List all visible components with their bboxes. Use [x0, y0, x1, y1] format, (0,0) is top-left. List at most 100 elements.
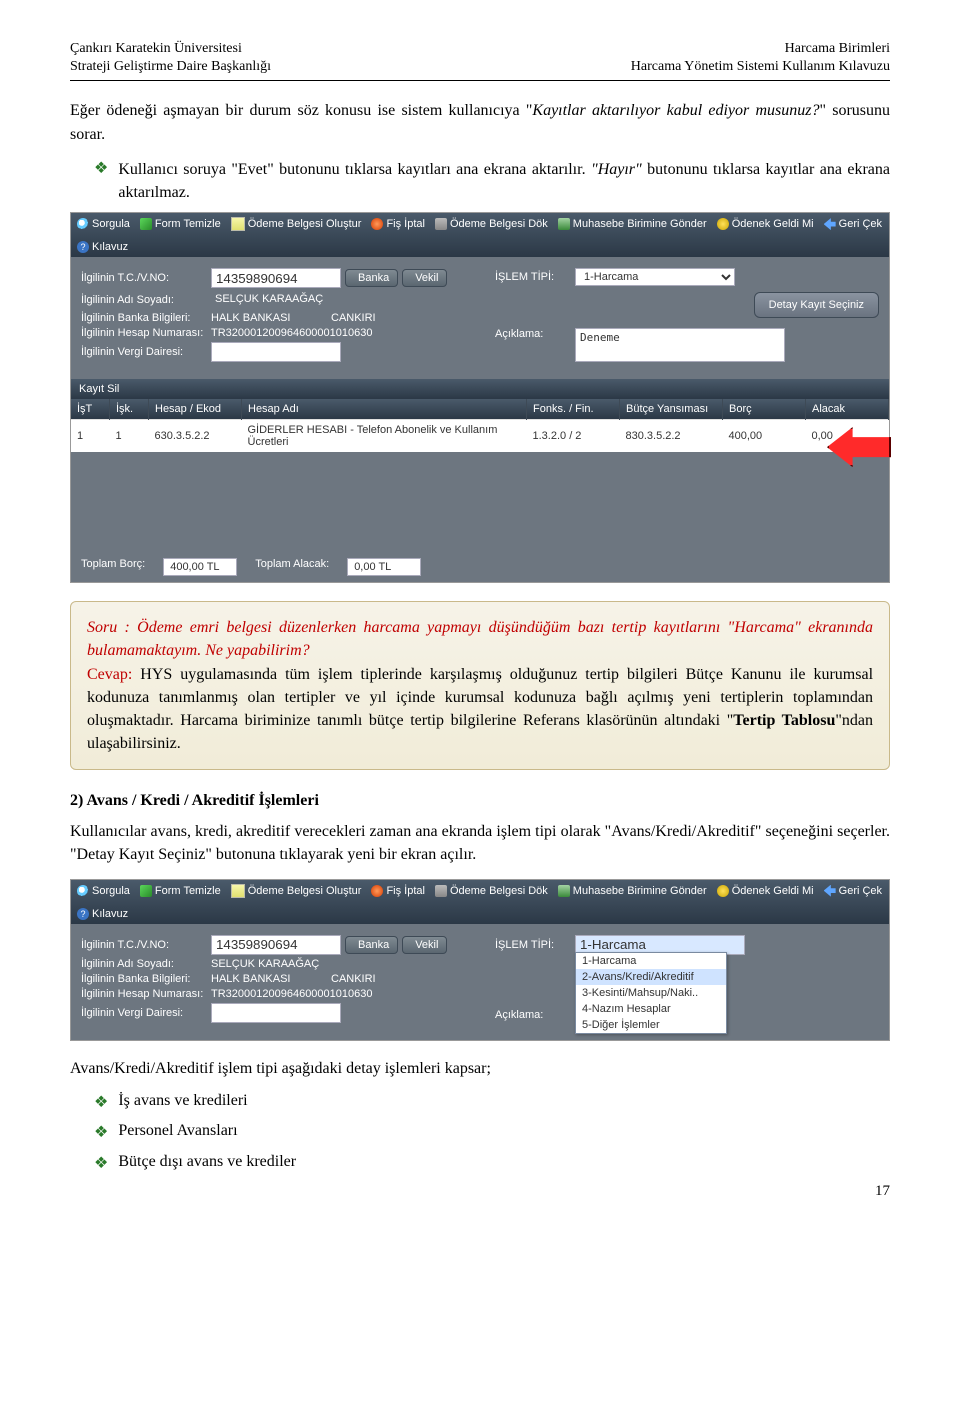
- col-borc: Borç: [723, 399, 806, 420]
- banka-value: HALK BANKASI: [211, 312, 331, 324]
- paragraph-2: Kullanıcılar avans, kredi, akreditif ver…: [70, 820, 890, 866]
- tc-input[interactable]: [211, 268, 341, 288]
- paragraph-1: Eğer ödeneği aşmayan bir durum söz konus…: [70, 99, 890, 145]
- app-screenshot-1: Sorgula Form Temizle Ödeme Belgesi Oluşt…: [70, 212, 890, 583]
- app-form-2: İlgilinin T.C./V.NO: Banka Vekil İlgilin…: [71, 924, 889, 1040]
- form-temizle-button[interactable]: Form Temizle: [140, 884, 221, 898]
- banka-button[interactable]: Banka: [345, 269, 398, 287]
- kayit-sil-bar[interactable]: Kayıt Sil: [71, 379, 889, 399]
- vekil-button[interactable]: Vekil: [402, 936, 447, 954]
- page-number: 17: [70, 1183, 890, 1200]
- islem-tipi-select[interactable]: 1-Harcama: [575, 268, 735, 286]
- heading-avans: 2) Avans / Kredi / Akreditif İşlemleri: [70, 792, 890, 810]
- odeme-olustur-button[interactable]: Ödeme Belgesi Oluştur: [231, 884, 362, 898]
- muhasebe-gonder-button[interactable]: Muhasebe Birimine Gönder: [558, 217, 707, 231]
- col-hesap-ekod: Hesap / Ekod: [149, 399, 242, 420]
- vekil-button[interactable]: Vekil: [402, 269, 447, 287]
- tc-label: İlgilinin T.C./V.NO:: [81, 939, 211, 951]
- diamond-icon: ❖: [94, 1092, 108, 1114]
- table-row[interactable]: 1 1 630.3.5.2.2 GİDERLER HESABI - Telefo…: [71, 420, 889, 453]
- clear-icon: [140, 885, 152, 897]
- soru-lead: Soru :: [87, 619, 137, 636]
- banka-bilgi-label: İlgilinin Banka Bilgileri:: [81, 312, 211, 324]
- fis-iptal-button[interactable]: Fiş İptal: [371, 884, 425, 898]
- col-butce: Bütçe Yansıması: [620, 399, 723, 420]
- toplam-borc-value: 400,00 TL: [163, 558, 237, 576]
- header-rule: [70, 80, 890, 81]
- arrow-left-icon: [827, 427, 891, 467]
- islem-tipi-label: İŞLEM TİPİ:: [495, 939, 575, 951]
- app-blank-area: [71, 452, 889, 552]
- ad-value: SELÇUK KARAAĞAÇ: [211, 291, 419, 309]
- header-right-1: Harcama Birimleri: [785, 40, 890, 58]
- back-icon: [824, 885, 836, 897]
- red-arrow-annotation: [827, 427, 891, 467]
- odenek-geldi-button[interactable]: Ödenek Geldi Mi: [717, 884, 814, 898]
- dropdown-option-2[interactable]: 2-Avans/Kredi/Akreditif: [576, 969, 726, 985]
- list-item-3: ❖Bütçe dışı avans ve krediler: [94, 1153, 890, 1175]
- islem-tipi-label: İŞLEM TİPİ:: [495, 271, 575, 283]
- aciklama-input[interactable]: Deneme: [575, 328, 785, 362]
- kilavuz-button[interactable]: ?Kılavuz: [77, 908, 128, 920]
- detay-kayit-button[interactable]: Detay Kayıt Seçiniz: [754, 292, 879, 318]
- col-fonks: Fonks. / Fin.: [527, 399, 620, 420]
- col-isk: İşk.: [110, 399, 149, 420]
- document-icon: [231, 217, 245, 231]
- toplam-alacak-label: Toplam Alacak:: [255, 558, 329, 576]
- app-toolbar: Sorgula Form Temizle Ödeme Belgesi Oluşt…: [71, 213, 889, 257]
- paragraph-3: Avans/Kredi/Akreditif işlem tipi aşağıda…: [70, 1057, 890, 1080]
- search-icon: [77, 885, 89, 897]
- odeme-dok-button[interactable]: Ödeme Belgesi Dök: [435, 884, 548, 898]
- sube-value: CANKIRI: [331, 973, 376, 985]
- vergi-label: İlgilinin Vergi Dairesi:: [81, 1007, 211, 1019]
- cancel-icon: [371, 218, 383, 230]
- clear-icon: [140, 218, 152, 230]
- dropdown-option-5[interactable]: 5-Diğer İşlemler: [576, 1017, 726, 1033]
- cancel-icon: [371, 885, 383, 897]
- banka-button[interactable]: Banka: [345, 936, 398, 954]
- header-left-1: Çankırı Karatekin Üniversitesi: [70, 40, 242, 58]
- aciklama-label: Açıklama:: [495, 1009, 575, 1021]
- vergi-input[interactable]: [211, 342, 341, 362]
- sorgula-button[interactable]: Sorgula: [77, 217, 130, 231]
- ad-label: İlgilinin Adı Soyadı:: [81, 294, 211, 306]
- form-temizle-button[interactable]: Form Temizle: [140, 217, 221, 231]
- diamond-icon: ❖: [94, 158, 108, 180]
- geri-cek-button[interactable]: Geri Çek: [824, 884, 882, 898]
- tc-label: İlgilinin T.C./V.NO:: [81, 272, 211, 284]
- odeme-dok-button[interactable]: Ödeme Belgesi Dök: [435, 217, 548, 231]
- app-form: İlgilinin T.C./V.NO: Banka Vekil İlgilin…: [71, 257, 889, 379]
- cevap-lead: Cevap:: [87, 666, 132, 683]
- tc-input[interactable]: [211, 935, 341, 955]
- dropdown-option-4[interactable]: 4-Nazım Hesaplar: [576, 1001, 726, 1017]
- money-icon: [717, 218, 729, 230]
- app-toolbar-2: Sorgula Form Temizle Ödeme Belgesi Oluşt…: [71, 880, 889, 924]
- cevap-body-b: Tertip Tablosu: [733, 712, 835, 729]
- toplam-borc-label: Toplam Borç:: [81, 558, 145, 576]
- muhasebe-gonder-button[interactable]: Muhasebe Birimine Gönder: [558, 884, 707, 898]
- header-right-2: Harcama Yönetim Sistemi Kullanım Kılavuz…: [631, 58, 890, 76]
- fis-iptal-button[interactable]: Fiş İptal: [371, 217, 425, 231]
- kilavuz-button[interactable]: ?Kılavuz: [77, 241, 128, 253]
- sorgula-button[interactable]: Sorgula: [77, 884, 130, 898]
- document-icon: [231, 884, 245, 898]
- aciklama-label: Açıklama:: [495, 328, 575, 340]
- vergi-input[interactable]: [211, 1003, 341, 1023]
- table-header: İşT İşk. Hesap / Ekod Hesap Adı Fonks. /…: [71, 399, 889, 420]
- islem-tipi-dropdown[interactable]: 1-Harcama 2-Avans/Kredi/Akreditif 3-Kesi…: [575, 952, 727, 1034]
- soru-body: Ödeme emri belgesi düzenlerken harcama y…: [87, 619, 873, 659]
- header-left-2: Strateji Geliştirme Daire Başkanlığı: [70, 58, 271, 76]
- dropdown-option-3[interactable]: 3-Kesinti/Mahsup/Naki..: [576, 985, 726, 1001]
- banka-bilgi-label: İlgilinin Banka Bilgileri:: [81, 973, 211, 985]
- odeme-olustur-button[interactable]: Ödeme Belgesi Oluştur: [231, 217, 362, 231]
- list-item-1: ❖İş avans ve kredileri: [94, 1092, 890, 1114]
- search-icon: [77, 218, 89, 230]
- geri-cek-button[interactable]: Geri Çek: [824, 217, 882, 231]
- hesap-label: İlgilinin Hesap Numarası:: [81, 327, 211, 339]
- diamond-icon: ❖: [94, 1122, 108, 1144]
- odenek-geldi-button[interactable]: Ödenek Geldi Mi: [717, 217, 814, 231]
- records-table: İşT İşk. Hesap / Ekod Hesap Adı Fonks. /…: [71, 399, 889, 452]
- diamond-icon: ❖: [94, 1153, 108, 1175]
- dropdown-option-1[interactable]: 1-Harcama: [576, 953, 726, 969]
- ad-label: İlgilinin Adı Soyadı:: [81, 958, 211, 970]
